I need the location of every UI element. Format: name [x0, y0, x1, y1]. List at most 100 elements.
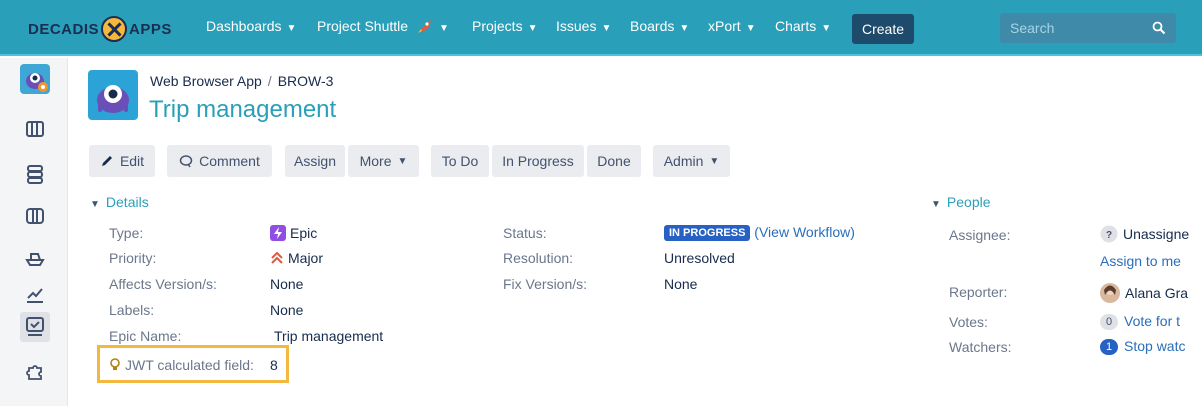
nav-charts-label: Charts [775, 18, 817, 34]
status-lozenge: IN PROGRESS [664, 225, 751, 241]
epic-icon [270, 225, 286, 241]
status-label: Status: [503, 225, 547, 241]
user-avatar-icon [1100, 283, 1120, 303]
chevron-down-icon: ▼ [709, 155, 720, 167]
edit-button[interactable]: Edit [89, 145, 155, 177]
search-icon[interactable] [1152, 21, 1166, 35]
assignee-value[interactable]: ? Unassigne [1100, 225, 1189, 243]
monster-icon [26, 73, 48, 92]
people-section-toggle[interactable]: ▼ People [931, 194, 991, 210]
nav-boards-label: Boards [630, 18, 675, 34]
project-avatar-small[interactable] [20, 64, 50, 94]
addons-puzzle-icon[interactable] [24, 360, 46, 382]
reporter-value-text: Alana Gra [1125, 285, 1189, 301]
assign-button[interactable]: Assign [285, 145, 345, 177]
project-avatar[interactable] [88, 70, 138, 120]
affects-version-value[interactable]: None [270, 276, 303, 292]
svg-text:?: ? [1106, 230, 1112, 241]
more-button[interactable]: More ▼ [348, 145, 419, 177]
breadcrumb-issue-key[interactable]: BROW-3 [278, 73, 334, 89]
jwt-label-text: JWT calculated field: [125, 357, 254, 373]
more-label: More [359, 153, 392, 169]
unassigned-avatar-icon: ? [1100, 225, 1118, 243]
todo-button[interactable]: To Do [431, 145, 489, 177]
comment-button[interactable]: Comment [167, 145, 272, 177]
jwt-field-value: 8 [270, 357, 278, 373]
nav-project-shuttle[interactable]: Project Shuttle ▼ [317, 18, 449, 34]
chevron-down-icon: ▼ [527, 23, 538, 34]
done-button[interactable]: Done [587, 145, 641, 177]
chevron-down-icon: ▼ [90, 199, 100, 210]
sidebar-active-item[interactable] [20, 312, 50, 342]
breadcrumb: Web Browser App / BROW-3 [150, 73, 333, 89]
monster-icon [97, 85, 129, 113]
logo-text-right: APPS [129, 20, 172, 38]
fix-version-label: Fix Version/s: [503, 276, 588, 292]
assignee-label: Assignee: [949, 227, 1011, 243]
rocket-icon [417, 20, 431, 33]
nav-dashboards[interactable]: Dashboards ▼ [206, 18, 296, 34]
breadcrumb-separator: / [267, 73, 272, 89]
ship-icon[interactable] [24, 246, 46, 268]
type-value-text: Epic [290, 225, 318, 241]
affects-version-label: Affects Version/s: [109, 276, 217, 292]
assignee-value-text: Unassigne [1123, 226, 1190, 242]
nav-projects[interactable]: Projects ▼ [472, 18, 537, 34]
nav-dashboards-label: Dashboards [206, 18, 282, 34]
backlog-icon[interactable] [24, 118, 46, 140]
admin-button[interactable]: Admin ▼ [653, 145, 730, 177]
priority-major-icon [271, 251, 283, 264]
vote-link[interactable]: Vote for t [1124, 313, 1180, 329]
search-placeholder: Search [1010, 20, 1055, 36]
chevron-down-icon: ▼ [821, 23, 832, 34]
decadis-apps-logo[interactable]: DECADIS APPS [28, 16, 172, 42]
assign-to-me-link[interactable]: Assign to me [1100, 253, 1181, 269]
logo-x-icon [101, 16, 128, 42]
edit-label: Edit [119, 153, 145, 169]
chevron-down-icon: ▼ [438, 23, 449, 34]
fix-version-value[interactable]: None [664, 276, 697, 292]
logo-text-left: DECADIS [28, 20, 100, 38]
chevron-down-icon: ▼ [745, 23, 756, 34]
jwt-field-label: JWT calculated field: [109, 357, 254, 373]
create-button[interactable]: Create [852, 14, 914, 44]
details-heading: Details [105, 194, 149, 210]
board-icon[interactable] [24, 205, 46, 227]
stop-watching-link[interactable]: Stop watc [1124, 338, 1185, 354]
votes-label: Votes: [949, 314, 988, 330]
page-title: Trip management [149, 96, 337, 123]
status-value: IN PROGRESS (View Workflow) [664, 224, 855, 241]
reporter-label: Reporter: [949, 284, 1008, 300]
nav-charts[interactable]: Charts ▼ [775, 18, 831, 34]
admin-label: Admin [663, 153, 704, 169]
nav-issues-label: Issues [556, 18, 597, 34]
priority-label: Priority: [109, 250, 157, 266]
chevron-down-icon: ▼ [601, 23, 612, 34]
breadcrumb-project-link[interactable]: Web Browser App [150, 73, 262, 89]
chevron-down-icon: ▼ [931, 199, 941, 210]
view-workflow-link[interactable]: (View Workflow) [754, 224, 855, 240]
releases-icon[interactable] [24, 163, 46, 185]
watchers-value: 1 Stop watc [1100, 338, 1185, 355]
priority-value: Major [270, 250, 323, 266]
project-sidebar [0, 58, 68, 406]
reports-icon[interactable] [24, 283, 46, 305]
type-value: Epic [270, 225, 317, 241]
details-section-toggle[interactable]: ▼ Details [90, 194, 149, 210]
nav-boards[interactable]: Boards ▼ [630, 18, 689, 34]
nav-xport[interactable]: xPort ▼ [708, 18, 756, 34]
epic-name-value[interactable]: Trip management [274, 328, 383, 344]
nav-issues[interactable]: Issues ▼ [556, 18, 611, 34]
search-input[interactable]: Search [1000, 13, 1176, 43]
labels-value[interactable]: None [270, 302, 303, 318]
priority-value-text: Major [288, 250, 324, 266]
epic-name-label: Epic Name: [109, 328, 182, 344]
reporter-value[interactable]: Alana Gra [1100, 283, 1188, 303]
votes-count-badge: 0 [1100, 314, 1118, 330]
comment-icon [179, 155, 193, 168]
issues-icon [26, 317, 44, 336]
in-progress-button[interactable]: In Progress [492, 145, 584, 177]
nav-project-shuttle-label: Project Shuttle [317, 18, 409, 34]
top-navigation-bar: DECADIS APPS Dashboards ▼ Project Shuttle… [0, 0, 1202, 56]
watchers-count-badge: 1 [1100, 339, 1118, 355]
